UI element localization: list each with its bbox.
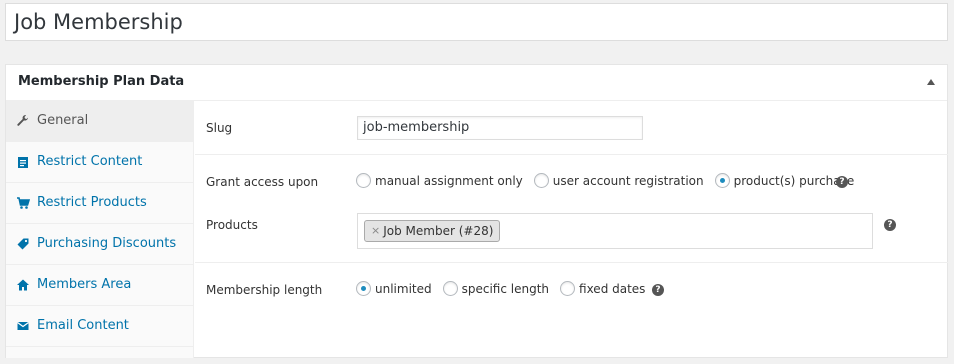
help-icon[interactable]: ? (652, 284, 664, 296)
document-icon (18, 157, 28, 168)
tab-label: Restrict Products (37, 195, 147, 210)
plan-data-tabs: General Restrict Content Restrict Produc… (6, 101, 194, 358)
products-select[interactable]: × Job Member (#28) (357, 213, 873, 249)
access-rows: Grant access upon manual assignment only… (195, 155, 948, 263)
tab-label: Restrict Content (37, 154, 143, 169)
grant-access-label: Grant access upon (206, 175, 319, 189)
membership-length-label: Membership length (206, 283, 323, 297)
radio-label: user account registration (552, 173, 704, 188)
radio-label: unlimited (375, 281, 432, 296)
slug-input[interactable]: job-membership (357, 116, 643, 140)
membership-plan-data-panel: Membership Plan Data General Restrict Co… (5, 64, 948, 358)
radio-button[interactable] (560, 281, 576, 296)
slug-label: Slug (206, 121, 233, 135)
home-icon (17, 279, 29, 291)
radio-unlimited[interactable]: unlimited (356, 281, 432, 296)
general-tab-content: Slug job-membership Grant access upon ma… (195, 101, 948, 358)
radio-label: specific length (461, 281, 550, 296)
radio-product-purchase[interactable]: product(s) purchase (714, 173, 854, 188)
panel-header[interactable]: Membership Plan Data (6, 65, 947, 101)
tab-label: Email Content (37, 318, 129, 333)
tab-restrict-content[interactable]: Restrict Content (6, 142, 193, 183)
wrench-icon (17, 115, 28, 126)
chip-label: Job Member (#28) (383, 224, 494, 238)
radio-label: fixed dates (579, 281, 646, 296)
radio-button[interactable] (442, 281, 458, 296)
radio-button-checked[interactable] (714, 173, 730, 188)
tab-purchasing-discounts[interactable]: Purchasing Discounts (6, 224, 193, 265)
radio-manual-assignment[interactable]: manual assignment only (356, 173, 523, 188)
remove-chip-icon[interactable]: × (371, 221, 380, 241)
tab-email-content[interactable]: Email Content (6, 306, 193, 347)
cart-icon (17, 197, 30, 209)
tab-label: General (37, 113, 89, 128)
help-icon[interactable]: ? (836, 176, 848, 188)
radio-fixed-dates[interactable]: fixed dates (560, 281, 645, 296)
post-title-input[interactable]: Job Membership (5, 3, 948, 41)
radio-button-checked[interactable] (356, 281, 371, 296)
products-label: Products (206, 218, 258, 232)
radio-button[interactable] (356, 173, 371, 188)
grant-access-radio-group: manual assignment only user account regi… (356, 173, 865, 188)
tab-members-area[interactable]: Members Area (6, 265, 193, 306)
tab-restrict-products[interactable]: Restrict Products (6, 183, 193, 224)
panel-title: Membership Plan Data (18, 74, 185, 89)
radio-button[interactable] (533, 173, 549, 188)
radio-specific-length[interactable]: specific length (442, 281, 550, 296)
tab-general[interactable]: General (6, 101, 193, 142)
radio-user-registration[interactable]: user account registration (533, 173, 704, 188)
envelope-icon (17, 322, 29, 330)
arrow-up-icon[interactable] (927, 79, 935, 85)
help-icon[interactable]: ? (884, 219, 896, 231)
membership-length-radio-group: unlimited specific length fixed dates (356, 281, 656, 296)
tab-label: Members Area (37, 277, 132, 292)
tag-icon (17, 238, 29, 250)
slug-row: Slug job-membership (195, 101, 948, 155)
radio-label: manual assignment only (375, 173, 523, 188)
product-chip: × Job Member (#28) (364, 220, 501, 242)
tab-label: Purchasing Discounts (37, 236, 177, 251)
